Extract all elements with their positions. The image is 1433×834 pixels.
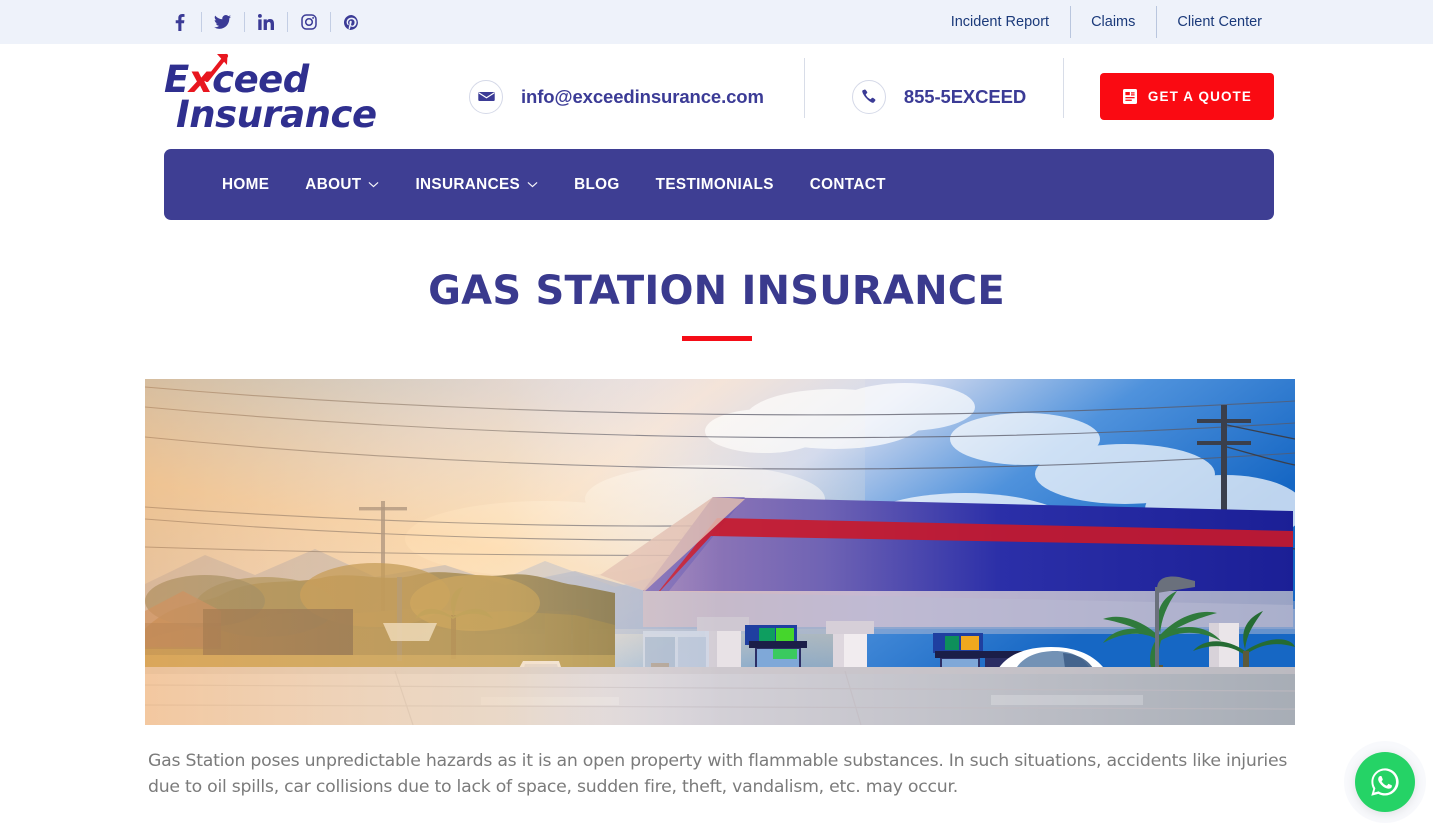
main-nav: HOME ABOUT INSURANCES BLOG TESTIMONIALS … — [164, 149, 1274, 220]
chevron-down-icon — [368, 181, 379, 188]
phone-icon — [851, 79, 886, 114]
logo-line-2: Insurance — [176, 92, 377, 136]
top-bar: Incident Report Claims Client Center — [0, 0, 1433, 44]
header-email[interactable]: info@exceedinsurance.com — [469, 79, 804, 114]
header-phone[interactable]: 855-5EXCEED — [803, 57, 1065, 118]
site-logo[interactable]: Exceed Insurance — [164, 53, 379, 136]
hero-image-wrapper — [0, 341, 1433, 725]
top-link-client-center[interactable]: Client Center — [1156, 6, 1283, 38]
document-icon — [1122, 88, 1138, 105]
logo-line-1: Exceed — [164, 53, 309, 98]
nav-item-insurances[interactable]: INSURANCES — [397, 176, 556, 194]
nav-label-blog: BLOG — [574, 175, 620, 193]
page-title: GAS STATION INSURANCE — [428, 268, 1005, 314]
nav-item-contact[interactable]: CONTACT — [792, 176, 904, 194]
facebook-icon[interactable] — [158, 10, 201, 34]
nav-item-about[interactable]: ABOUT — [287, 176, 397, 194]
nav-item-testimonials[interactable]: TESTIMONIALS — [638, 176, 792, 194]
top-nav-links: Incident Report Claims Client Center — [930, 6, 1283, 38]
get-a-quote-label: GET A QUOTE — [1147, 89, 1252, 104]
pinterest-icon[interactable] — [330, 10, 373, 34]
intro-paragraph: Gas Station poses unpredictable hazards … — [148, 751, 1288, 798]
linkedin-icon[interactable] — [244, 10, 287, 34]
main-nav-wrapper: HOME ABOUT INSURANCES BLOG TESTIMONIALS … — [0, 149, 1433, 220]
twitter-icon[interactable] — [201, 10, 244, 34]
nav-label-testimonials: TESTIMONIALS — [655, 175, 774, 193]
social-links — [158, 10, 373, 34]
envelope-icon — [469, 79, 503, 114]
instagram-icon[interactable] — [287, 10, 330, 34]
top-link-incident-report[interactable]: Incident Report — [930, 12, 1070, 32]
nav-item-home[interactable]: HOME — [204, 176, 287, 194]
whatsapp-icon — [1368, 765, 1402, 799]
nav-label-contact: CONTACT — [809, 175, 886, 193]
site-header: Exceed Insurance info@exceedinsurance.co… — [0, 44, 1433, 149]
nav-label-about: ABOUT — [305, 175, 362, 193]
header-contact-group: info@exceedinsurance.com 855-5EXCEED — [379, 57, 1100, 118]
header-email-text: info@exceedinsurance.com — [521, 85, 764, 107]
gas-station-illustration — [145, 379, 1295, 725]
nav-label-home: HOME — [222, 175, 270, 193]
header-phone-text: 855-5EXCEED — [903, 85, 1027, 107]
whatsapp-floating-button[interactable] — [1355, 752, 1415, 812]
logo-arrow-icon — [204, 53, 229, 83]
nav-item-blog[interactable]: BLOG — [556, 176, 638, 194]
chevron-down-icon — [527, 181, 538, 188]
nav-label-insurances: INSURANCES — [415, 175, 521, 193]
top-link-claims[interactable]: Claims — [1070, 6, 1156, 38]
page-title-section: GAS STATION INSURANCE — [0, 220, 1433, 341]
get-a-quote-button[interactable]: GET A QUOTE — [1099, 73, 1274, 120]
header-divider — [1063, 57, 1065, 118]
hero-image — [145, 379, 1295, 725]
